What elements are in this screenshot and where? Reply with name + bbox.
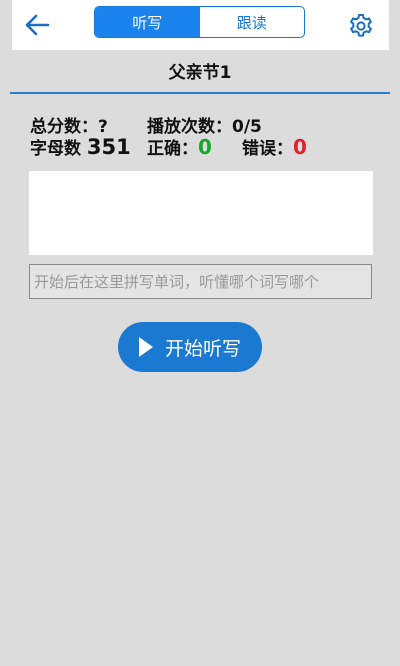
stats-row-1: 总分数：? 播放次数：0/5 <box>30 112 370 137</box>
stats-row-2: 字母数 351 正确：0 错误：0 <box>30 134 370 159</box>
correct-value: 0 <box>198 135 212 159</box>
letter-count-value: 351 <box>86 135 131 159</box>
tab-follow-read[interactable]: 跟读 <box>200 7 305 37</box>
tab-dictation[interactable]: 听写 <box>95 7 200 37</box>
spelling-input[interactable] <box>29 264 372 299</box>
correct-count: 正确：0 <box>147 134 212 159</box>
wrong-value: 0 <box>293 135 307 159</box>
lesson-title: 父亲节1 <box>168 63 232 83</box>
letter-count: 字母数 351 <box>30 134 131 159</box>
arrow-left-icon <box>25 14 50 36</box>
back-button[interactable] <box>22 10 52 40</box>
stats-panel: 总分数：? 播放次数：0/5 字母数 351 正确：0 错误：0 <box>30 112 370 159</box>
gear-icon <box>350 14 372 37</box>
title-divider <box>10 92 390 94</box>
word-display-area <box>29 171 373 255</box>
settings-button[interactable] <box>346 11 376 41</box>
wrong-label: 错误： <box>242 139 293 159</box>
play-icon <box>138 337 153 357</box>
wrong-count: 错误：0 <box>242 134 307 159</box>
letter-count-label: 字母数 <box>30 139 81 159</box>
start-dictation-button[interactable]: 开始听写 <box>118 322 262 372</box>
mode-segmented-control: 听写 跟读 <box>94 6 305 38</box>
dictation-screen: 听写 跟读 父亲节1 总分数：? 播放次数：0/5 字母数 351 正确：0 错… <box>0 0 400 666</box>
start-dictation-label: 开始听写 <box>164 337 241 360</box>
correct-label: 正确： <box>147 139 198 159</box>
top-bar: 听写 跟读 <box>12 0 389 50</box>
